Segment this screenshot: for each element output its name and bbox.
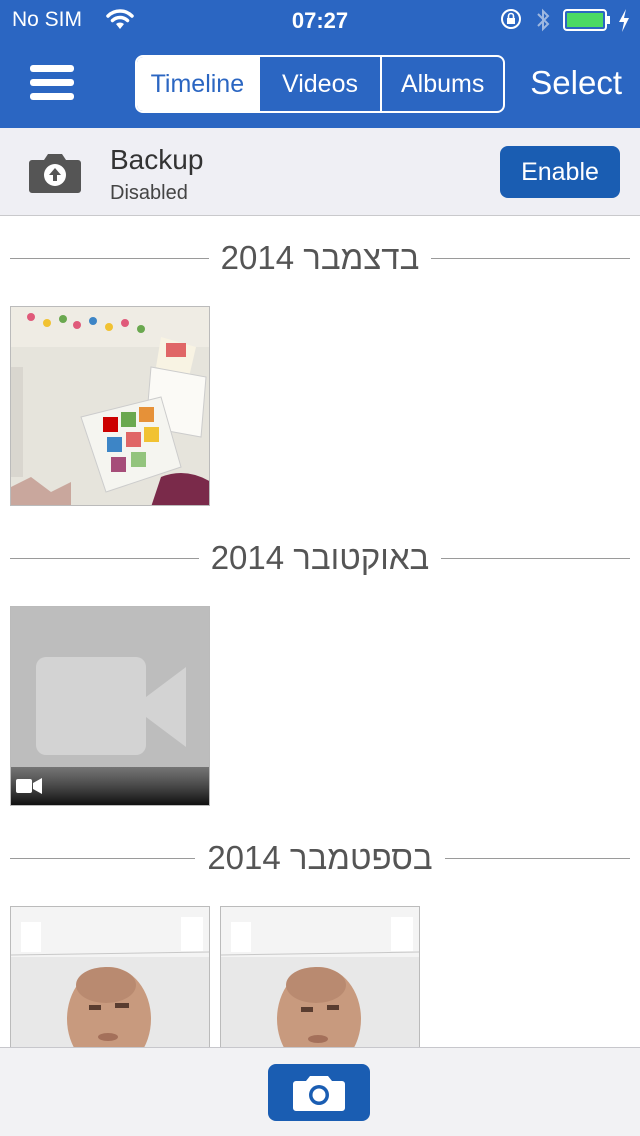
section-label: באוקטובר 2014 (198, 539, 442, 576)
top-bar: No SIM 07:27 Timeline Videos Albums Sele… (0, 0, 640, 128)
tab-albums[interactable]: Albums (380, 57, 503, 111)
status-bar: No SIM 07:27 (0, 0, 640, 40)
charging-bolt-icon (619, 9, 629, 32)
menu-icon[interactable] (30, 65, 74, 101)
rotation-lock-icon (501, 9, 521, 29)
section-header-september: בספטמבר 2014 (10, 838, 630, 878)
video-placeholder-icon (11, 607, 209, 805)
view-segmented-control: Timeline Videos Albums (135, 55, 505, 113)
section-label: בספטמבר 2014 (195, 839, 445, 876)
camera-upload-icon (29, 154, 81, 193)
backup-status: Disabled (110, 182, 188, 204)
enable-backup-button[interactable]: Enable (500, 146, 620, 198)
section-label: בדצמבר 2014 (208, 239, 432, 276)
select-button[interactable]: Select (530, 64, 622, 102)
tab-timeline[interactable]: Timeline (137, 57, 258, 111)
bluetooth-icon (537, 8, 550, 32)
photo-wall-art (11, 307, 209, 505)
tab-videos[interactable]: Videos (257, 57, 381, 111)
section-header-october: באוקטובר 2014 (10, 538, 630, 578)
battery-icon (563, 9, 610, 31)
photo-thumbnail[interactable] (10, 306, 210, 506)
backup-banner: Backup Disabled Enable (0, 128, 640, 216)
section-header-december: בדצמבר 2014 (10, 238, 630, 278)
camera-icon (293, 1076, 345, 1111)
bottom-toolbar (0, 1047, 640, 1136)
backup-title: Backup (110, 144, 204, 175)
camera-button[interactable] (268, 1064, 370, 1121)
video-thumbnail[interactable] (10, 606, 210, 806)
